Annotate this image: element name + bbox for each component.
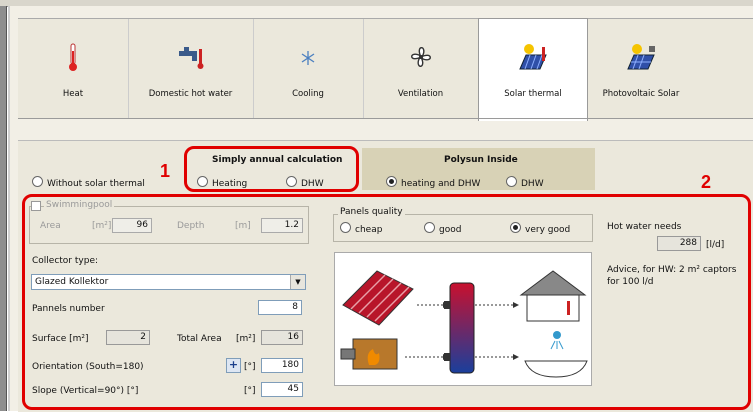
- tab-label: Cooling: [292, 89, 324, 99]
- polysun-title: Polysun Inside: [444, 155, 518, 165]
- solar-thermal-icon: [519, 44, 547, 70]
- radio-label: Without solar thermal: [47, 179, 145, 189]
- annotation-box-2: [22, 194, 751, 410]
- snowflake-icon: [301, 51, 315, 65]
- tab-label: Photovoltaic Solar: [602, 89, 680, 99]
- polysun-heating-dhw-radio[interactable]: heating and DHW: [386, 176, 480, 189]
- annotation-box-1: [184, 146, 359, 192]
- annotation-number-2: 2: [701, 172, 712, 192]
- tab-label: Ventilation: [397, 89, 444, 99]
- radio-circle: [32, 176, 43, 187]
- fan-icon: [410, 47, 431, 67]
- radio-label: heating and DHW: [401, 179, 481, 189]
- tab-label: Domestic hot water: [148, 89, 233, 99]
- tab-heat[interactable]: Heat: [18, 19, 129, 119]
- tab-label: Heat: [62, 89, 84, 99]
- energy-tabs: Heat Domestic hot water Cooling Ventilat…: [18, 18, 753, 121]
- tab-ventilation[interactable]: Ventilation: [363, 19, 479, 119]
- tab-cooling[interactable]: Cooling: [253, 19, 364, 119]
- radio-circle: [386, 176, 397, 187]
- without-solar-radio[interactable]: Without solar thermal: [32, 176, 145, 189]
- radio-circle: [506, 176, 517, 187]
- annotation-number-1: 1: [160, 161, 171, 181]
- photovoltaic-icon: [627, 44, 655, 70]
- radio-label: DHW: [521, 179, 544, 189]
- faucet-icon: [178, 47, 203, 69]
- tab-label: Solar thermal: [504, 89, 562, 99]
- tab-divider: [18, 118, 753, 119]
- tab-photovoltaic-solar[interactable]: Photovoltaic Solar: [586, 19, 696, 119]
- tab-domestic-hot-water[interactable]: Domestic hot water: [128, 19, 254, 119]
- tab-solar-thermal[interactable]: Solar thermal: [478, 18, 588, 121]
- polysun-dhw-radio[interactable]: DHW: [506, 176, 544, 189]
- window-left-border: [0, 6, 7, 411]
- thermometer-icon: [69, 43, 77, 71]
